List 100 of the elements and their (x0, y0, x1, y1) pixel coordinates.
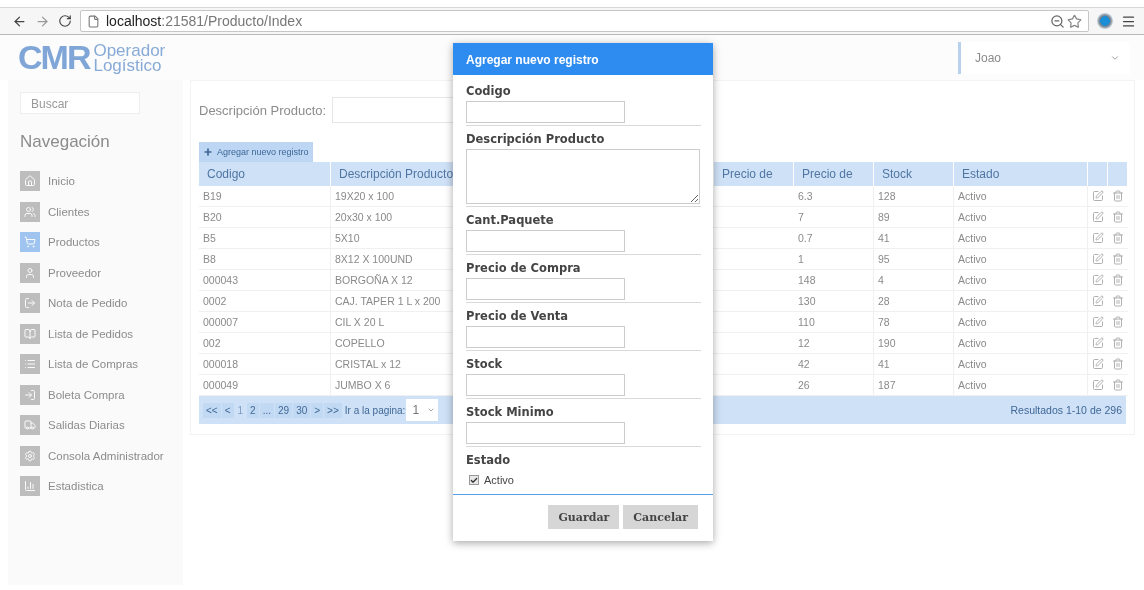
field-label: Codigo (466, 84, 512, 98)
zoom-out-icon[interactable] (1050, 13, 1065, 29)
trash-icon[interactable] (1112, 232, 1124, 244)
edit-icon[interactable] (1092, 295, 1104, 307)
trash-icon[interactable] (1112, 211, 1124, 223)
nav-link[interactable]: Nota de Pedido (48, 297, 128, 310)
table-cell: 000018 (199, 354, 331, 375)
table-cell: 190 (874, 333, 954, 354)
edit-icon[interactable] (1092, 211, 1104, 223)
field-label: Descripción Producto (466, 132, 606, 146)
nav-link[interactable]: Proveedor (48, 266, 102, 279)
logo-mark: CMR (18, 38, 90, 77)
column-header: Stock (874, 162, 954, 186)
field-label: Cant.Paquete (466, 213, 555, 227)
input-field[interactable] (466, 230, 625, 252)
table-cell: B20 (199, 207, 331, 228)
logo-text: Operador (93, 42, 166, 58)
input-field[interactable] (466, 278, 625, 300)
back-button[interactable] (12, 13, 27, 29)
page-link[interactable]: 29 (275, 402, 293, 418)
edit-icon[interactable] (1092, 379, 1104, 391)
text-area[interactable] (466, 149, 700, 204)
input-field[interactable] (466, 101, 625, 123)
trash-icon[interactable] (1112, 295, 1124, 307)
edit-icon[interactable] (1092, 337, 1104, 349)
url-text: localhost:21581/Producto/Index (106, 13, 303, 29)
page-select[interactable]: 1 (406, 399, 439, 421)
table-cell: Activo (954, 354, 1088, 375)
table-cell: 0.7 (794, 228, 874, 249)
table-cell: 002 (199, 333, 331, 354)
table-cell: 28 (874, 291, 954, 312)
trash-icon[interactable] (1112, 379, 1124, 391)
input-field[interactable] (466, 374, 625, 396)
field-label: Precio de Compra (466, 261, 582, 275)
column-header: Estado (954, 162, 1088, 186)
trash-icon[interactable] (1112, 274, 1124, 286)
edit-icon[interactable] (1092, 274, 1104, 286)
table-cell: B8 (199, 249, 331, 270)
results-text: Resultados 1-10 de 296 (1010, 404, 1122, 416)
table-cell: 41 (874, 354, 954, 375)
page-link[interactable]: << (203, 402, 221, 418)
table-cell: 128 (874, 186, 954, 207)
nav-link[interactable]: Lista de Pedidos (48, 327, 134, 340)
input-field[interactable] (466, 422, 625, 444)
table-cell: 110 (794, 312, 874, 333)
table-cell: Activo (954, 186, 1088, 207)
table-cell: Activo (954, 333, 1088, 354)
sidebar-heading: Navegación (20, 132, 111, 152)
trash-icon[interactable] (1112, 190, 1124, 202)
trash-icon[interactable] (1112, 337, 1124, 349)
add-record-button[interactable]: Agregar nuevo registro (199, 142, 313, 162)
nav-link[interactable]: Lista de Compras (48, 358, 139, 371)
nav-link[interactable]: Boleta Compra (48, 388, 125, 401)
nav-link[interactable]: Salidas Diarias (48, 419, 125, 432)
edit-icon[interactable] (1092, 253, 1104, 265)
table-cell: Activo (954, 291, 1088, 312)
caret-icon (427, 406, 436, 414)
edit-icon[interactable] (1092, 316, 1104, 328)
address-field[interactable]: localhost:21581/Producto/Index (80, 10, 1089, 32)
table-cell: 130 (794, 291, 874, 312)
checkbox-label: Activo (484, 474, 514, 486)
field-label: Stock Minimo (466, 405, 555, 419)
trash-icon[interactable] (1112, 358, 1124, 370)
nav-link[interactable]: Productos (48, 236, 100, 249)
extension-icon[interactable] (1097, 13, 1113, 29)
trash-icon[interactable] (1112, 253, 1124, 265)
table-cell: 78 (874, 312, 954, 333)
star-icon[interactable] (1067, 13, 1082, 29)
search-field[interactable]: Buscar (20, 92, 140, 114)
page-link[interactable]: < (221, 402, 234, 418)
reload-button[interactable] (58, 14, 72, 28)
page-link[interactable]: >> (324, 402, 342, 418)
table-cell: 42 (794, 354, 874, 375)
nav-link[interactable]: Consola Administrador (48, 449, 164, 462)
table-cell: Activo (954, 270, 1088, 291)
dialog-title: Agregar nuevo registro (453, 43, 713, 75)
nav-link[interactable]: Clientes (48, 205, 90, 218)
edit-icon[interactable] (1092, 190, 1104, 202)
goto-label: Ir a la pagina: (344, 404, 406, 416)
header-cell (1108, 162, 1128, 186)
table-cell: 7 (794, 207, 874, 228)
page-link[interactable]: 30 (293, 402, 311, 418)
trash-icon[interactable] (1112, 316, 1124, 328)
forward-button[interactable] (35, 13, 50, 29)
cancel-button[interactable]: Cancelar (623, 505, 698, 529)
save-button[interactable]: Guardar (548, 505, 620, 529)
checkbox[interactable] (469, 475, 479, 485)
edit-icon[interactable] (1092, 232, 1104, 244)
input-field[interactable] (466, 326, 625, 348)
page-link[interactable]: 2 (247, 402, 259, 418)
page-link[interactable]: 1 (234, 402, 247, 418)
table-cell: Activo (954, 207, 1088, 228)
table-cell: B5 (199, 228, 331, 249)
nav-link[interactable]: Estadistica (48, 480, 104, 493)
page-link[interactable]: > (311, 402, 324, 418)
page-link[interactable]: ... (259, 402, 274, 418)
nav-link[interactable]: Inicio (48, 175, 75, 188)
menu-button[interactable] (1121, 13, 1136, 29)
edit-icon[interactable] (1092, 358, 1104, 370)
field-label: Stock (466, 357, 504, 371)
